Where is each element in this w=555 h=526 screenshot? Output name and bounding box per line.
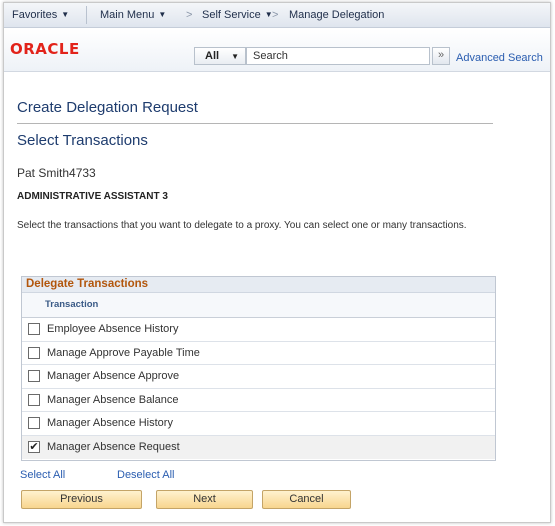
transaction-label: Manager Absence Balance	[47, 393, 179, 406]
select-all-link[interactable]: Select All	[20, 469, 65, 481]
table-row: Manage Approve Payable Time	[22, 342, 495, 365]
page-title: Create Delegation Request	[17, 99, 198, 116]
nav-divider	[86, 6, 87, 24]
breadcrumb-self-service[interactable]: Self Service ▼	[202, 9, 273, 21]
search-category-select[interactable]: All ▼	[194, 47, 246, 65]
transaction-label: Manage Approve Payable Time	[47, 346, 200, 359]
table-row: ✔ Manager Absence Request	[22, 435, 495, 459]
instructions-text: Select the transactions that you want to…	[17, 220, 467, 231]
grid-title: Delegate Transactions	[22, 277, 495, 293]
transaction-checkbox[interactable]	[28, 323, 40, 335]
browser-frame: Favorites ▼ Main Menu ▼ > Self Service ▼ > …	[3, 2, 551, 523]
job-title: ADMINISTRATIVE ASSISTANT 3	[17, 191, 168, 202]
chevron-down-icon: ▼	[231, 52, 239, 61]
deselect-all-link[interactable]: Deselect All	[117, 469, 174, 481]
employee-name: Pat Smith4733	[17, 166, 96, 180]
breadcrumb-manage-delegation[interactable]: Manage Delegation	[289, 9, 384, 21]
table-row: Manager Absence Balance	[22, 389, 495, 412]
search-category-value: All	[205, 50, 220, 62]
table-row: Employee Absence History	[22, 318, 495, 342]
chevron-down-icon: ▼	[61, 10, 70, 19]
page-header: ORACLE All ▼ Search » Advanced Search	[4, 29, 550, 72]
main-menu-label: Main Menu	[100, 9, 155, 21]
transaction-label: Manager Absence Approve	[47, 370, 180, 382]
breadcrumb-separator-icon: >	[186, 9, 193, 21]
transaction-checkbox[interactable]	[28, 370, 40, 382]
transaction-checkbox[interactable]	[28, 417, 40, 429]
favorites-label: Favorites	[12, 9, 58, 21]
table-row: Manager Absence History	[22, 412, 495, 436]
transaction-checkbox[interactable]	[28, 393, 40, 406]
transaction-checkbox[interactable]	[28, 346, 40, 359]
chevron-down-icon: ▼	[158, 10, 167, 19]
section-title: Select Transactions	[17, 132, 148, 149]
transaction-label: Employee Absence History	[47, 323, 179, 335]
delegate-transactions-grid: Delegate Transactions Transaction Employ…	[21, 276, 496, 461]
transaction-label: Manager Absence Request	[47, 440, 180, 453]
checkmark-icon[interactable]: ✔	[28, 440, 40, 453]
search-go-icon[interactable]: »	[432, 47, 450, 65]
column-header-transaction: Transaction	[22, 293, 495, 318]
transaction-label: Manager Absence History	[47, 417, 173, 429]
previous-button[interactable]: Previous	[21, 490, 142, 509]
cancel-button[interactable]: Cancel	[262, 490, 351, 509]
oracle-logo: ORACLE	[10, 40, 80, 58]
search-input[interactable]: Search	[246, 47, 430, 65]
next-button[interactable]: Next	[156, 490, 253, 509]
top-navigation-bar: Favorites ▼ Main Menu ▼ > Self Service ▼ > …	[4, 3, 550, 28]
table-row: Manager Absence Approve	[22, 365, 495, 389]
title-divider	[17, 123, 493, 124]
breadcrumb-separator-icon: >	[272, 9, 279, 21]
advanced-search-link[interactable]: Advanced Search	[456, 52, 543, 64]
main-menu[interactable]: Main Menu ▼	[100, 9, 166, 21]
favorites-menu[interactable]: Favorites ▼	[12, 9, 69, 21]
self-service-label: Self Service	[202, 9, 261, 21]
